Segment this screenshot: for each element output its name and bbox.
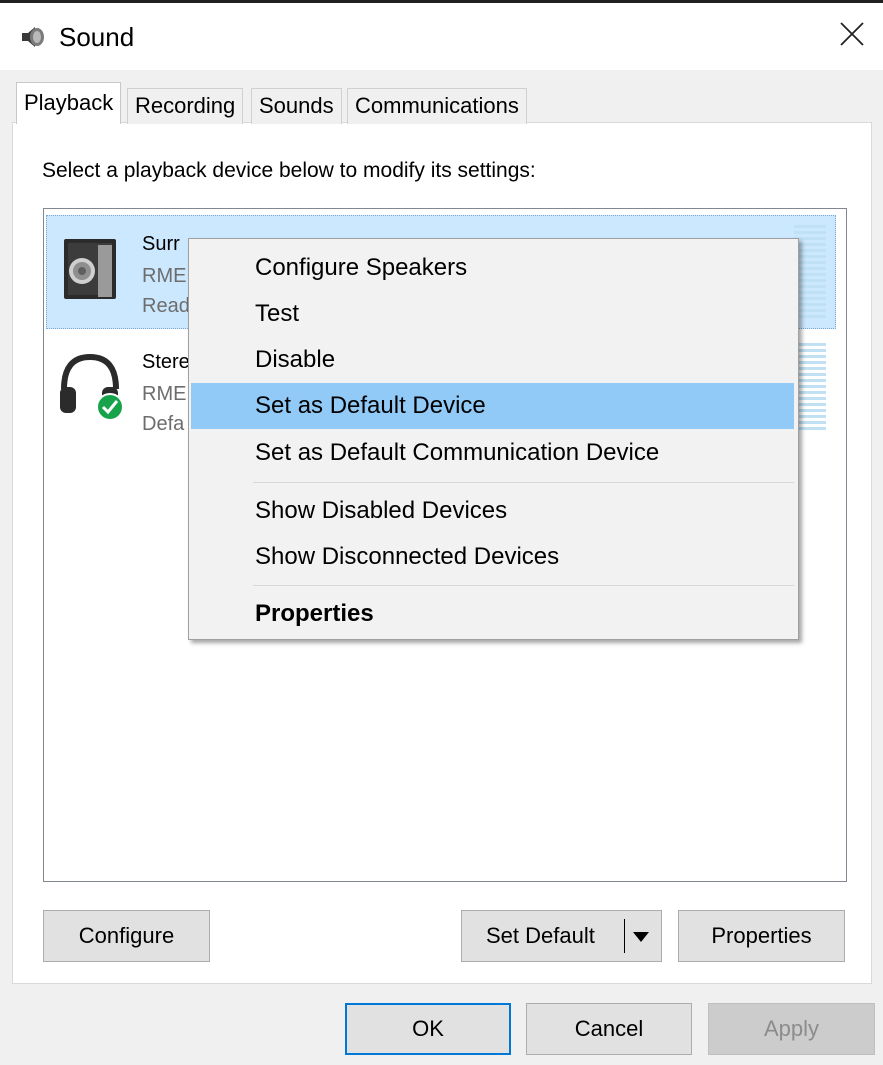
context-menu: Configure Speakers Test Disable Set as D… bbox=[188, 238, 799, 640]
headphones-default-icon bbox=[60, 353, 124, 421]
menu-item-test[interactable]: Test bbox=[191, 291, 794, 337]
menu-separator bbox=[253, 585, 794, 586]
device-driver: RME bbox=[142, 265, 187, 287]
menu-item-disable[interactable]: Disable bbox=[191, 337, 794, 383]
properties-button[interactable]: Properties bbox=[678, 910, 845, 962]
menu-separator bbox=[253, 482, 794, 483]
tab-communications[interactable]: Communications bbox=[347, 88, 527, 124]
device-name: Stere bbox=[142, 351, 190, 373]
menu-item-set-default-device[interactable]: Set as Default Device bbox=[191, 383, 794, 429]
tab-playback[interactable]: Playback bbox=[16, 82, 122, 124]
tab-recording[interactable]: Recording bbox=[127, 88, 244, 124]
menu-item-configure-speakers[interactable]: Configure Speakers bbox=[191, 245, 794, 291]
device-status: Read bbox=[142, 295, 190, 317]
top-edge bbox=[0, 0, 883, 3]
cancel-button[interactable]: Cancel bbox=[526, 1003, 692, 1055]
speaker-app-icon bbox=[22, 27, 44, 47]
apply-button: Apply bbox=[708, 1003, 875, 1055]
configure-button[interactable]: Configure bbox=[43, 910, 210, 962]
window-title: Sound bbox=[59, 22, 135, 52]
chevron-down-icon[interactable] bbox=[633, 932, 649, 942]
set-default-split-button[interactable]: Set Default bbox=[461, 910, 662, 962]
close-button[interactable] bbox=[821, 3, 883, 67]
device-driver: RME bbox=[142, 383, 187, 405]
menu-item-set-default-communication[interactable]: Set as Default Communication Device bbox=[191, 430, 794, 476]
title-bar: Sound bbox=[0, 0, 883, 70]
close-icon bbox=[840, 22, 864, 46]
split-divider bbox=[624, 919, 625, 953]
instruction-text: Select a playback device below to modify… bbox=[42, 159, 536, 182]
menu-item-show-disabled[interactable]: Show Disabled Devices bbox=[191, 488, 794, 534]
ok-button[interactable]: OK bbox=[345, 1003, 511, 1055]
device-name: Surr bbox=[142, 233, 180, 255]
menu-item-properties[interactable]: Properties bbox=[191, 591, 794, 637]
tab-sounds[interactable]: Sounds bbox=[251, 88, 342, 124]
speaker-icon bbox=[64, 239, 116, 299]
menu-item-show-disconnected[interactable]: Show Disconnected Devices bbox=[191, 534, 794, 580]
set-default-label: Set Default bbox=[486, 923, 595, 948]
device-status: Defa bbox=[142, 413, 185, 435]
